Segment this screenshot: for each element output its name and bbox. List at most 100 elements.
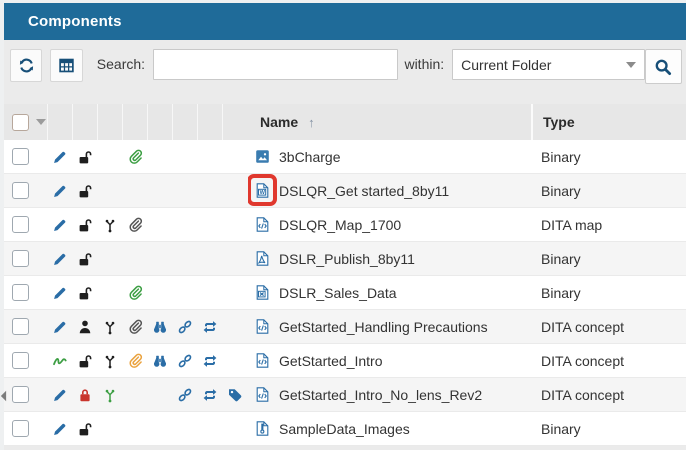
within-dropdown-value: Current Folder [461,57,620,73]
search-label: Search: [97,49,145,80]
column-header-name[interactable]: Name ↑ [248,104,531,140]
row-checkbox[interactable] [12,318,29,335]
signature-icon[interactable] [52,353,68,369]
edit-pencil-icon[interactable] [52,319,68,335]
component-name[interactable]: SampleData_Images [279,421,410,437]
column-branch [98,104,123,140]
component-type: DITA concept [531,344,686,378]
table-row[interactable]: GetStarted_Intro DITA concept [4,344,686,378]
edit-pencil-icon[interactable] [52,149,68,165]
row-checkbox[interactable] [12,182,29,199]
excel-file-icon [254,284,271,301]
components-panel: Components Search: within: Current Folde… [4,3,686,450]
lock-open-icon[interactable] [77,217,93,233]
branch-icon[interactable] [102,387,118,403]
table-grid-icon [58,57,75,74]
edit-pencil-icon[interactable] [52,251,68,267]
lock-open-icon[interactable] [77,421,93,437]
lock-open-icon[interactable] [77,251,93,267]
within-label: within: [404,49,444,80]
component-name[interactable]: DSLQR_Map_1700 [279,217,401,233]
component-name[interactable]: 3bCharge [279,149,341,165]
dita-concept-file-icon [254,386,271,403]
table-row[interactable]: 3bCharge Binary [4,140,686,174]
select-menu-chevron-icon[interactable] [36,119,46,125]
attachment-icon[interactable] [127,319,143,335]
dita-concept-file-icon [254,318,271,335]
column-header-type[interactable]: Type [531,104,686,140]
row-checkbox[interactable] [12,386,29,403]
tag-icon[interactable] [227,387,243,403]
attachment-icon[interactable] [127,217,143,233]
lock-open-icon[interactable] [77,285,93,301]
component-name[interactable]: DSLR_Sales_Data [279,285,397,301]
attachment-icon[interactable] [127,285,143,301]
row-checkbox[interactable] [12,250,29,267]
magnifier-icon [654,58,672,76]
column-tag [223,104,248,140]
branch-icon[interactable] [102,217,118,233]
edit-pencil-icon[interactable] [52,183,68,199]
panel-title: Components [4,13,122,30]
link-icon[interactable] [177,387,193,403]
edit-pencil-icon[interactable] [52,421,68,437]
link-icon[interactable] [177,353,193,369]
table-row[interactable]: GetStarted_Handling Precautions DITA con… [4,310,686,344]
lock-open-icon[interactable] [77,183,93,199]
grid-view-button[interactable] [50,49,82,82]
column-link [173,104,198,140]
edit-pencil-icon[interactable] [52,217,68,233]
row-checkbox[interactable] [12,284,29,301]
component-name[interactable]: GetStarted_Intro_No_lens_Rev2 [279,387,482,403]
component-type: Binary [531,412,686,446]
edit-pencil-icon[interactable] [52,387,68,403]
table-row[interactable]: DSLQR_Map_1700 DITA map [4,208,686,242]
binoculars-icon[interactable] [152,353,168,369]
zip-file-icon [254,420,271,437]
search-button[interactable] [645,49,682,84]
lock-open-icon[interactable] [77,149,93,165]
table-row[interactable]: GetStarted_Intro_No_lens_Rev2 DITA conce… [4,378,686,412]
chevron-down-icon [626,62,636,68]
component-type: DITA concept [531,378,686,412]
link-icon[interactable] [177,319,193,335]
repeat-icon[interactable] [202,353,218,369]
red-annotation-highlight [254,182,271,199]
component-name[interactable]: GetStarted_Handling Precautions [279,319,488,335]
repeat-icon[interactable] [202,387,218,403]
component-type: Binary [531,242,686,276]
user-icon[interactable] [77,319,93,335]
repeat-icon[interactable] [202,319,218,335]
lock-closed-icon[interactable] [77,387,93,403]
component-name[interactable]: GetStarted_Intro [279,353,383,369]
row-checkbox[interactable] [12,148,29,165]
component-name[interactable]: DSLQR_Get started_8by11 [279,183,449,199]
component-type: DITA concept [531,310,686,344]
row-checkbox[interactable] [12,352,29,369]
table-header: Name ↑ Type [4,104,686,140]
dita-concept-file-icon [254,352,271,369]
branch-icon[interactable] [102,319,118,335]
table-row[interactable]: SampleData_Images Binary [4,412,686,446]
row-checkbox[interactable] [12,420,29,437]
lock-open-icon[interactable] [77,353,93,369]
column-edit [48,104,73,140]
table-row[interactable]: DSLR_Sales_Data Binary [4,276,686,310]
row-checkbox[interactable] [12,216,29,233]
select-all-checkbox[interactable] [12,114,29,131]
panel-titlebar: Components [4,3,686,40]
edit-pencil-icon[interactable] [52,285,68,301]
binoculars-icon[interactable] [152,319,168,335]
attachment-icon[interactable] [127,353,143,369]
component-type: Binary [531,140,686,174]
panel-collapse-icon[interactable] [0,388,7,404]
image-file-icon [254,148,271,165]
component-name[interactable]: DSLR_Publish_8by11 [279,251,415,267]
refresh-button[interactable] [10,49,42,82]
table-row[interactable]: DSLR_Publish_8by11 Binary [4,242,686,276]
search-input[interactable] [153,49,398,80]
attachment-icon[interactable] [127,149,143,165]
branch-icon[interactable] [102,353,118,369]
within-dropdown[interactable]: Current Folder [452,49,645,80]
table-row[interactable]: DSLQR_Get started_8by11 Binary [4,174,686,208]
